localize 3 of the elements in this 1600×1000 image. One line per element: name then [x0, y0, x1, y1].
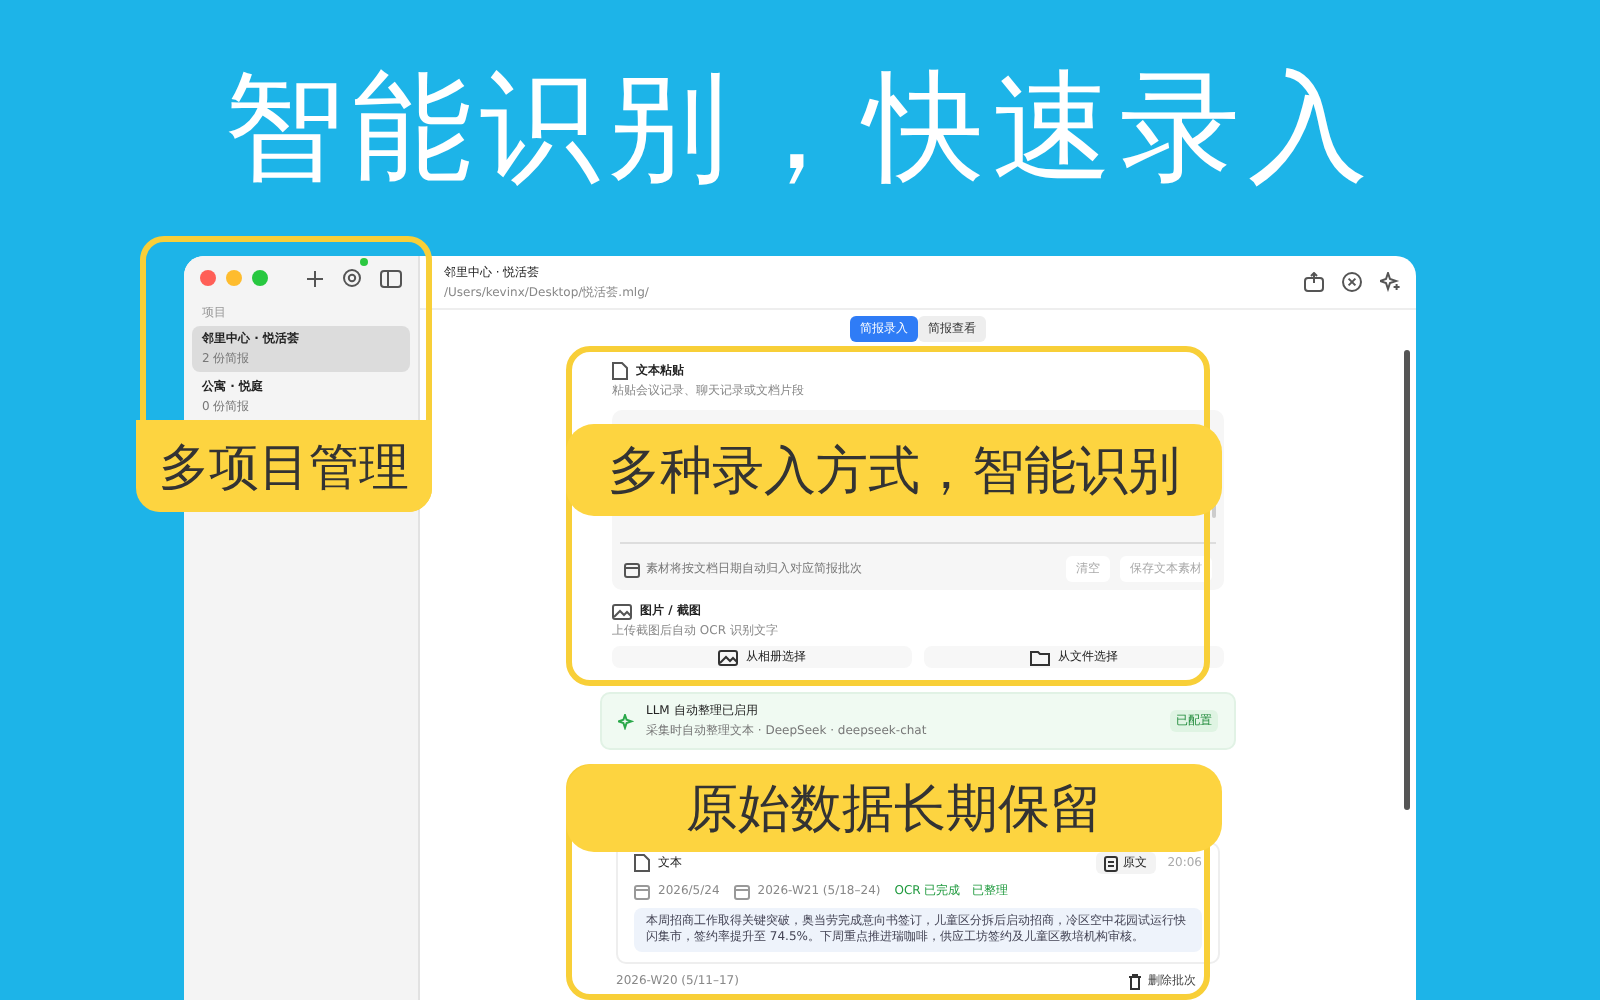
callout-tooltip: 原始数据长期保留 [566, 764, 1222, 852]
callout-tooltip: 多项目管理 [136, 420, 432, 512]
headline: 智能识别，快速录入 [222, 56, 1378, 200]
